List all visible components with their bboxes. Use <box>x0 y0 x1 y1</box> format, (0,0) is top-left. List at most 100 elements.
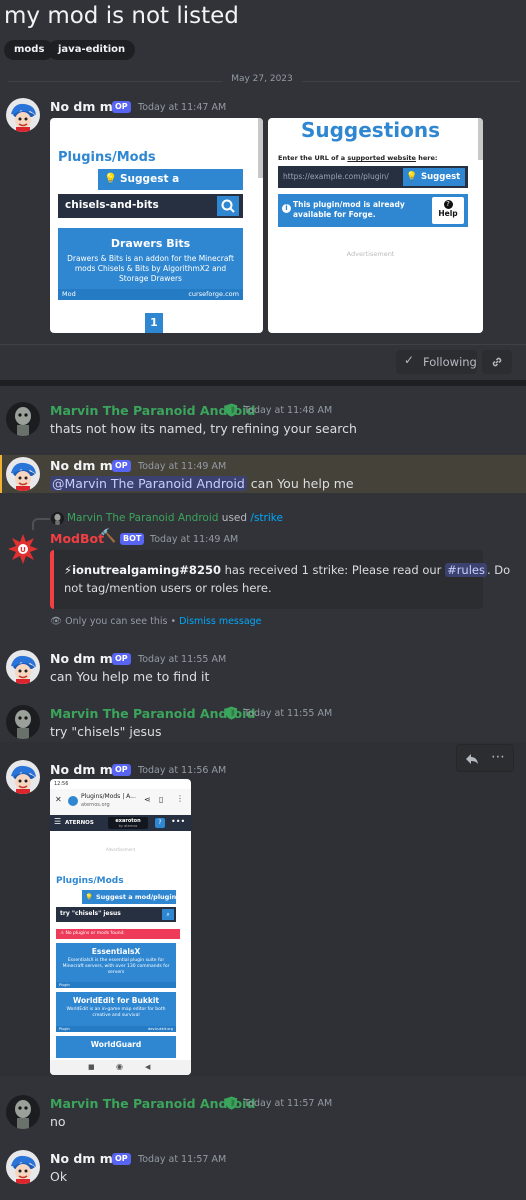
author-name[interactable]: No dm me <box>50 762 121 777</box>
reply-username[interactable]: Marvin The Paranoid Android <box>67 512 218 524</box>
reply-used-label: used <box>221 512 248 524</box>
more-options-icon[interactable]: ⋯ <box>491 749 506 765</box>
timestamp: Today at 11:55 AM <box>244 708 333 719</box>
avatar-op[interactable] <box>6 760 40 794</box>
lightbulb-icon: 💡 <box>104 173 118 185</box>
img1-card-footer: Mod curseforge.com <box>58 289 243 300</box>
bot-badge: BOT <box>120 533 145 545</box>
warning-icon: ⚠ <box>60 931 65 936</box>
scrollbar-thumb <box>258 118 263 178</box>
img2-prompt-pre: Enter the URL of a <box>278 154 346 162</box>
slash-command[interactable]: /strike <box>250 512 283 524</box>
message-hover-toolbar: ⋯ <box>456 744 514 772</box>
phone-search-box: try "chisels" jesus ⌕ <box>56 907 176 922</box>
divider <box>0 344 526 345</box>
avatar-marvin[interactable] <box>6 1095 40 1129</box>
message-text: Ok <box>50 1169 68 1184</box>
reply-connector <box>32 518 50 530</box>
interaction-reference: Marvin The Paranoid Android used /strike <box>67 512 283 524</box>
thread-title: my mod is not listed <box>4 3 239 29</box>
link-icon <box>492 357 502 367</box>
user-mention[interactable]: @Marvin The Paranoid Android <box>50 476 247 491</box>
avatar-op[interactable] <box>6 650 40 684</box>
author-name[interactable]: No dm me <box>50 458 121 473</box>
img2-ad-label: Advertisement <box>346 250 395 258</box>
svg-text:U: U <box>20 546 26 554</box>
img1-card-title: Drawers Bits <box>110 237 191 250</box>
phone-ad-label: Advertisement <box>105 847 136 852</box>
ephemeral-note: 👁 Only you can see this • Dismiss messag… <box>50 616 262 627</box>
avatar-modbot[interactable]: U <box>6 532 40 566</box>
moderator-shield-icon <box>225 1096 238 1110</box>
attachment-image-suggestions[interactable]: Suggestions Enter the URL of a supported… <box>268 118 483 333</box>
phone-status-time: 12:56 <box>54 781 69 787</box>
more-icon: ••• <box>171 817 186 826</box>
tag-java-edition[interactable]: java-edition <box>48 40 136 60</box>
embed-username: ionutrealgaming#8250 <box>72 563 221 577</box>
reply-icon[interactable] <box>464 751 480 767</box>
channel-mention[interactable]: #rules <box>445 563 487 577</box>
partner-sub: by aternos <box>118 824 138 828</box>
phone-result-footer: Plugin <box>56 982 176 988</box>
back-icon: ◀ <box>145 1063 151 1071</box>
strike-embed: ⚡ionutrealgaming#8250 has received 1 str… <box>50 550 510 609</box>
message-text: no <box>50 1114 66 1129</box>
menu-dots-icon: ⋮ <box>176 794 184 803</box>
img2-prompt: Enter the URL of a supported website her… <box>278 154 437 162</box>
op-badge: OP <box>112 101 131 113</box>
op-badge: OP <box>112 653 131 665</box>
dismiss-message-link[interactable]: Dismiss message <box>179 616 261 627</box>
tag-mods[interactable]: mods <box>4 40 55 60</box>
info-icon: i <box>282 204 291 213</box>
author-name[interactable]: No dm me <box>50 99 121 114</box>
phone-result-type: Plugin <box>59 983 70 987</box>
phone-nav-bar: ■ ◉ ◀ <box>50 1060 191 1075</box>
timestamp: Today at 11:57 AM <box>138 1154 227 1165</box>
avatar-marvin[interactable] <box>6 705 40 739</box>
phone-result-card: WorldEdit for Bukkit WorldEdit is an in-… <box>56 992 176 1032</box>
checkmark-icon: ✓ <box>404 353 415 367</box>
phone-result-type: Plugin <box>59 1027 70 1031</box>
phone-aternos-header: ☰ ATERNOS exaroton by aternos ? ••• <box>50 815 191 831</box>
op-badge: OP <box>112 764 131 776</box>
img2-suggest-button: 💡 Suggest <box>403 168 465 186</box>
ephemeral-dot: • <box>170 616 177 627</box>
message-text: can You help me <box>250 476 354 491</box>
avatar-op[interactable] <box>6 457 40 491</box>
author-name[interactable]: No dm me <box>50 1151 121 1166</box>
help-icon: ? <box>155 818 165 828</box>
phone-result-title: EssentialsX <box>91 947 141 956</box>
phone-result-desc: EssentialsX is the essential plugin suit… <box>62 958 170 975</box>
author-name[interactable]: ModBot <box>50 531 104 546</box>
ephemeral-text: Only you can see this <box>65 616 168 627</box>
timestamp: Today at 11:48 AM <box>244 405 333 416</box>
modbot-avatar-icon: U <box>8 534 38 564</box>
date-divider: May 27, 2023 <box>222 74 302 84</box>
img1-card-source: curseforge.com <box>188 290 239 298</box>
fnf-boyfriend-avatar-icon <box>6 457 40 491</box>
img2-suggest-label: Suggest <box>421 172 461 182</box>
following-button[interactable]: ✓ Following <box>396 350 477 374</box>
copy-link-button[interactable] <box>482 350 512 374</box>
phone-result-card: EssentialsX EssentialsX is the essential… <box>56 943 176 988</box>
attachment-image-plugins-mods[interactable]: Plugins/Mods 💡 Suggest a mod/plugin chis… <box>50 118 263 333</box>
marvin-robot-avatar-icon <box>6 402 40 436</box>
following-label: Following <box>423 355 477 369</box>
reply-avatar <box>51 512 64 525</box>
timestamp: Today at 11:49 AM <box>138 461 227 472</box>
attachment-image-phone-screenshot[interactable]: 12:56 ✕ Plugins/Mods | A... aternos.org … <box>50 779 191 1075</box>
search-icon <box>217 196 239 216</box>
embed-text-2: . Do <box>486 563 511 577</box>
author-name[interactable]: No dm me <box>50 651 121 666</box>
phone-result-footer: Plugin dev.bukkit.org <box>56 1026 176 1032</box>
avatar-op[interactable] <box>6 1150 40 1184</box>
eye-icon: 👁 <box>50 616 63 627</box>
avatar-op[interactable] <box>6 98 40 132</box>
marvin-robot-avatar-icon <box>51 512 64 525</box>
img2-prompt-link: supported website <box>347 154 416 162</box>
embed-line-2: not tag/mention users or roles here. <box>64 581 272 595</box>
hammer-icon: 🔨 <box>100 529 117 544</box>
embed-line-1: ⚡ionutrealgaming#8250 has received 1 str… <box>64 563 510 577</box>
avatar-marvin[interactable] <box>6 402 40 436</box>
message-text: thats not how its named, try refining yo… <box>50 421 357 436</box>
